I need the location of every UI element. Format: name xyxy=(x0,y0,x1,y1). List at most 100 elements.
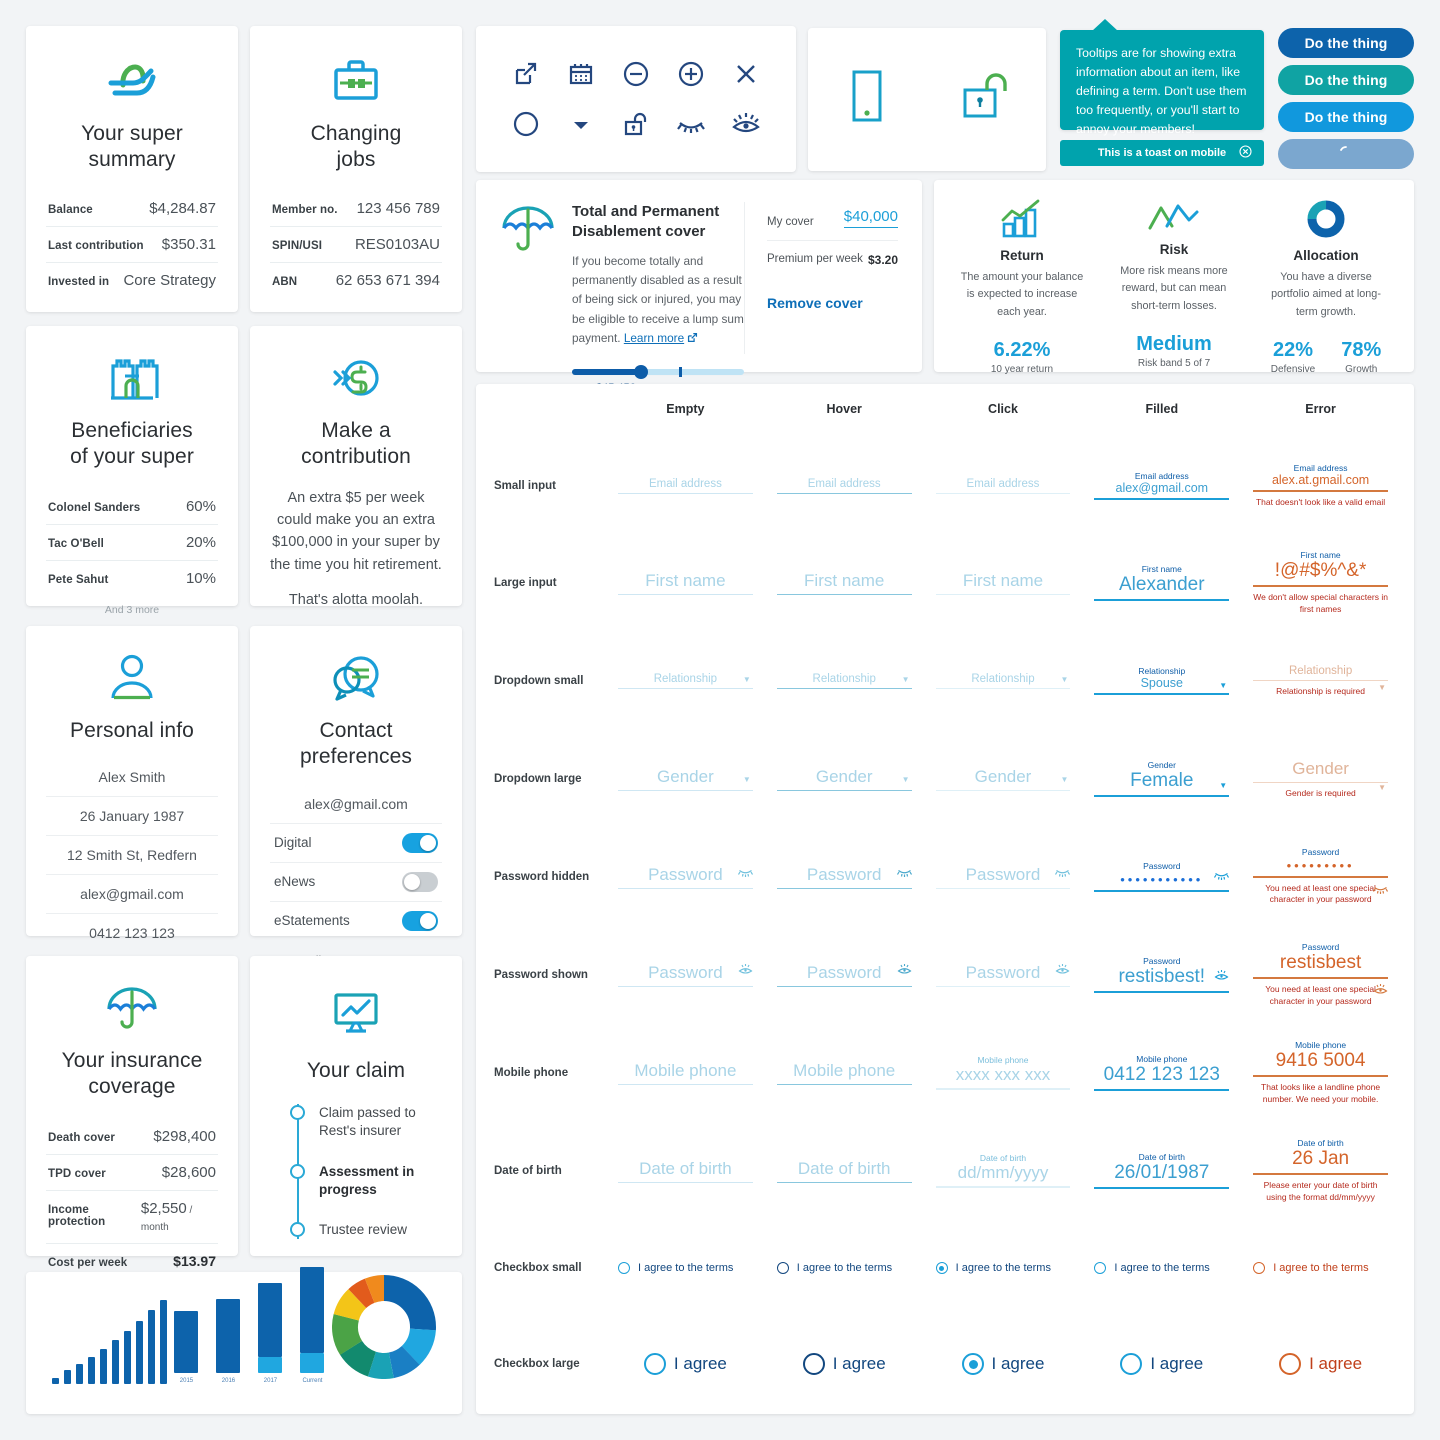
radio-icon[interactable] xyxy=(1279,1353,1302,1375)
chevron-down-icon[interactable]: ▼ xyxy=(1219,681,1227,690)
password-shown-empty[interactable]: Password xyxy=(618,963,753,988)
radio-icon[interactable] xyxy=(618,1262,630,1274)
checkbox-small-empty[interactable]: I agree to the terms xyxy=(618,1262,753,1274)
eye-hidden-icon[interactable] xyxy=(676,112,706,136)
dob-hover[interactable]: Date of birth xyxy=(776,1159,912,1184)
mobile-phone-error[interactable]: Mobile phone 9416 5004 That looks like a l… xyxy=(1253,1040,1388,1105)
chevron-down-icon[interactable] xyxy=(570,113,592,135)
calendar-icon[interactable] xyxy=(568,61,594,87)
tertiary-button[interactable]: Do the thing xyxy=(1278,102,1414,132)
small-input-empty[interactable]: Email address xyxy=(618,478,753,495)
radio-icon[interactable] xyxy=(802,1353,825,1375)
radio-icon[interactable] xyxy=(1120,1353,1143,1375)
large-input-hover[interactable]: First name xyxy=(776,571,912,596)
plus-circle-icon[interactable] xyxy=(677,60,705,88)
small-input-click[interactable]: Email address xyxy=(935,478,1071,495)
loading-button[interactable] xyxy=(1278,139,1414,169)
chevron-down-icon[interactable]: ▼ xyxy=(743,675,751,684)
password-hidden-click[interactable]: Password xyxy=(935,865,1071,890)
small-input-error[interactable]: Email address alex.at.gmail.com That doesn… xyxy=(1253,463,1388,509)
password-shown-hover[interactable]: Password xyxy=(776,963,912,988)
external-link-icon[interactable] xyxy=(513,61,539,87)
radio-icon-selected[interactable] xyxy=(961,1353,984,1375)
toggle-row-digital[interactable]: Digital xyxy=(270,824,442,863)
eye-shown-icon[interactable] xyxy=(1214,969,1229,987)
circle-icon[interactable] xyxy=(512,110,540,138)
external-link-icon[interactable] xyxy=(687,331,698,345)
eye-hidden-icon[interactable] xyxy=(1214,868,1230,886)
password-shown-click[interactable]: Password xyxy=(935,963,1071,988)
dropdown-small-filled[interactable]: Relationship Spouse ▼ xyxy=(1094,666,1230,696)
checkbox-large-filled[interactable]: I agree xyxy=(1094,1353,1229,1375)
eye-hidden-icon[interactable] xyxy=(1372,882,1388,900)
secondary-button[interactable]: Do the thing xyxy=(1278,65,1414,95)
checkbox-small-click[interactable]: I agree to the terms xyxy=(935,1262,1071,1274)
large-input-click[interactable]: First name xyxy=(935,571,1071,596)
close-icon[interactable] xyxy=(733,61,759,87)
checkbox-large-click[interactable]: I agree xyxy=(936,1353,1071,1375)
password-shown-error[interactable]: Password restisbest You need at least one … xyxy=(1253,942,1388,1007)
dob-click[interactable]: Date of birth dd/mm/yyyy xyxy=(935,1153,1071,1188)
eye-shown-icon[interactable] xyxy=(731,111,761,137)
dropdown-large-click[interactable]: Gender ▼ xyxy=(935,767,1071,792)
close-circle-icon[interactable] xyxy=(1239,145,1252,161)
password-shown-filled[interactable]: Password restisbest! xyxy=(1094,956,1230,994)
chevron-down-icon[interactable]: ▼ xyxy=(743,775,751,784)
chevron-down-icon[interactable]: ▼ xyxy=(1219,781,1227,790)
small-input-hover[interactable]: Email address xyxy=(776,478,912,495)
chevron-down-icon[interactable]: ▼ xyxy=(1060,775,1068,784)
dropdown-small-error[interactable]: Relationship ▼ Relationship is required xyxy=(1253,665,1388,698)
minus-circle-icon[interactable] xyxy=(622,60,650,88)
radio-icon[interactable] xyxy=(776,1262,789,1274)
eye-hidden-icon[interactable] xyxy=(737,865,753,883)
primary-button[interactable]: Do the thing xyxy=(1278,28,1414,58)
eye-shown-icon[interactable] xyxy=(1055,963,1070,981)
learn-more-link[interactable]: Learn more xyxy=(624,331,684,345)
radio-icon[interactable] xyxy=(1094,1262,1107,1274)
mobile-phone-empty[interactable]: Mobile phone xyxy=(618,1061,753,1086)
eye-hidden-icon[interactable] xyxy=(1055,865,1071,883)
password-hidden-hover[interactable]: Password xyxy=(776,865,912,890)
mobile-phone-hover[interactable]: Mobile phone xyxy=(776,1061,912,1086)
dropdown-small-click[interactable]: Relationship ▼ xyxy=(935,673,1071,690)
dropdown-large-filled[interactable]: Gender Female ▼ xyxy=(1094,760,1230,798)
toggle-row-estatements[interactable]: eStatements xyxy=(270,902,442,940)
chevron-down-icon[interactable]: ▼ xyxy=(1060,675,1068,684)
password-hidden-error[interactable]: Password ••••••••• You need at least one s… xyxy=(1253,848,1388,905)
dropdown-small-hover[interactable]: Relationship ▼ xyxy=(776,673,912,690)
radio-icon[interactable] xyxy=(643,1353,666,1375)
large-input-error[interactable]: First name !@#$%^&* We don't allow special… xyxy=(1253,550,1388,615)
radio-icon[interactable] xyxy=(1253,1262,1266,1274)
chevron-down-icon[interactable]: ▼ xyxy=(902,675,910,684)
dropdown-small-empty[interactable]: Relationship ▼ xyxy=(618,673,753,690)
toggle-row-enews[interactable]: eNews xyxy=(270,863,442,902)
enews-toggle[interactable] xyxy=(402,871,438,892)
unlock-icon[interactable] xyxy=(622,110,650,138)
checkbox-large-hover[interactable]: I agree xyxy=(777,1353,912,1375)
slider-track[interactable] xyxy=(572,364,744,379)
slider-handle[interactable] xyxy=(633,364,648,379)
dropdown-large-hover[interactable]: Gender ▼ xyxy=(776,767,912,792)
remove-cover-link[interactable]: Remove cover xyxy=(767,295,898,311)
large-input-filled[interactable]: First name Alexander xyxy=(1094,564,1230,602)
password-hidden-filled[interactable]: Password ••••••••••• xyxy=(1094,861,1230,892)
my-cover-value[interactable]: $40,000 xyxy=(843,208,898,228)
chevron-down-icon[interactable]: ▼ xyxy=(902,775,910,784)
digital-toggle[interactable] xyxy=(402,832,438,853)
eye-shown-icon[interactable] xyxy=(1373,983,1388,1001)
dob-error[interactable]: Date of birth 26 Jan Please enter your dat… xyxy=(1253,1138,1388,1203)
radio-icon-selected[interactable] xyxy=(935,1262,948,1274)
checkbox-small-filled[interactable]: I agree to the terms xyxy=(1094,1262,1229,1274)
eye-shown-icon[interactable] xyxy=(738,963,753,981)
mobile-phone-filled[interactable]: Mobile phone 0412 123 123 xyxy=(1094,1054,1230,1092)
dropdown-large-error[interactable]: Gender ▼ Gender is required xyxy=(1253,759,1388,800)
checkbox-large-empty[interactable]: I agree xyxy=(618,1353,753,1375)
mobile-phone-click[interactable]: Mobile phone xxxx xxx xxx xyxy=(935,1055,1071,1090)
dob-filled[interactable]: Date of birth 26/01/1987 xyxy=(1094,1152,1230,1190)
small-input-filled[interactable]: Email address alex@gmail.com xyxy=(1094,471,1230,501)
dob-empty[interactable]: Date of birth xyxy=(618,1159,753,1184)
eye-hidden-icon[interactable] xyxy=(896,865,912,883)
large-input-empty[interactable]: First name xyxy=(618,571,753,596)
chevron-down-icon[interactable]: ▼ xyxy=(1378,683,1386,692)
dropdown-large-empty[interactable]: Gender ▼ xyxy=(618,767,753,792)
